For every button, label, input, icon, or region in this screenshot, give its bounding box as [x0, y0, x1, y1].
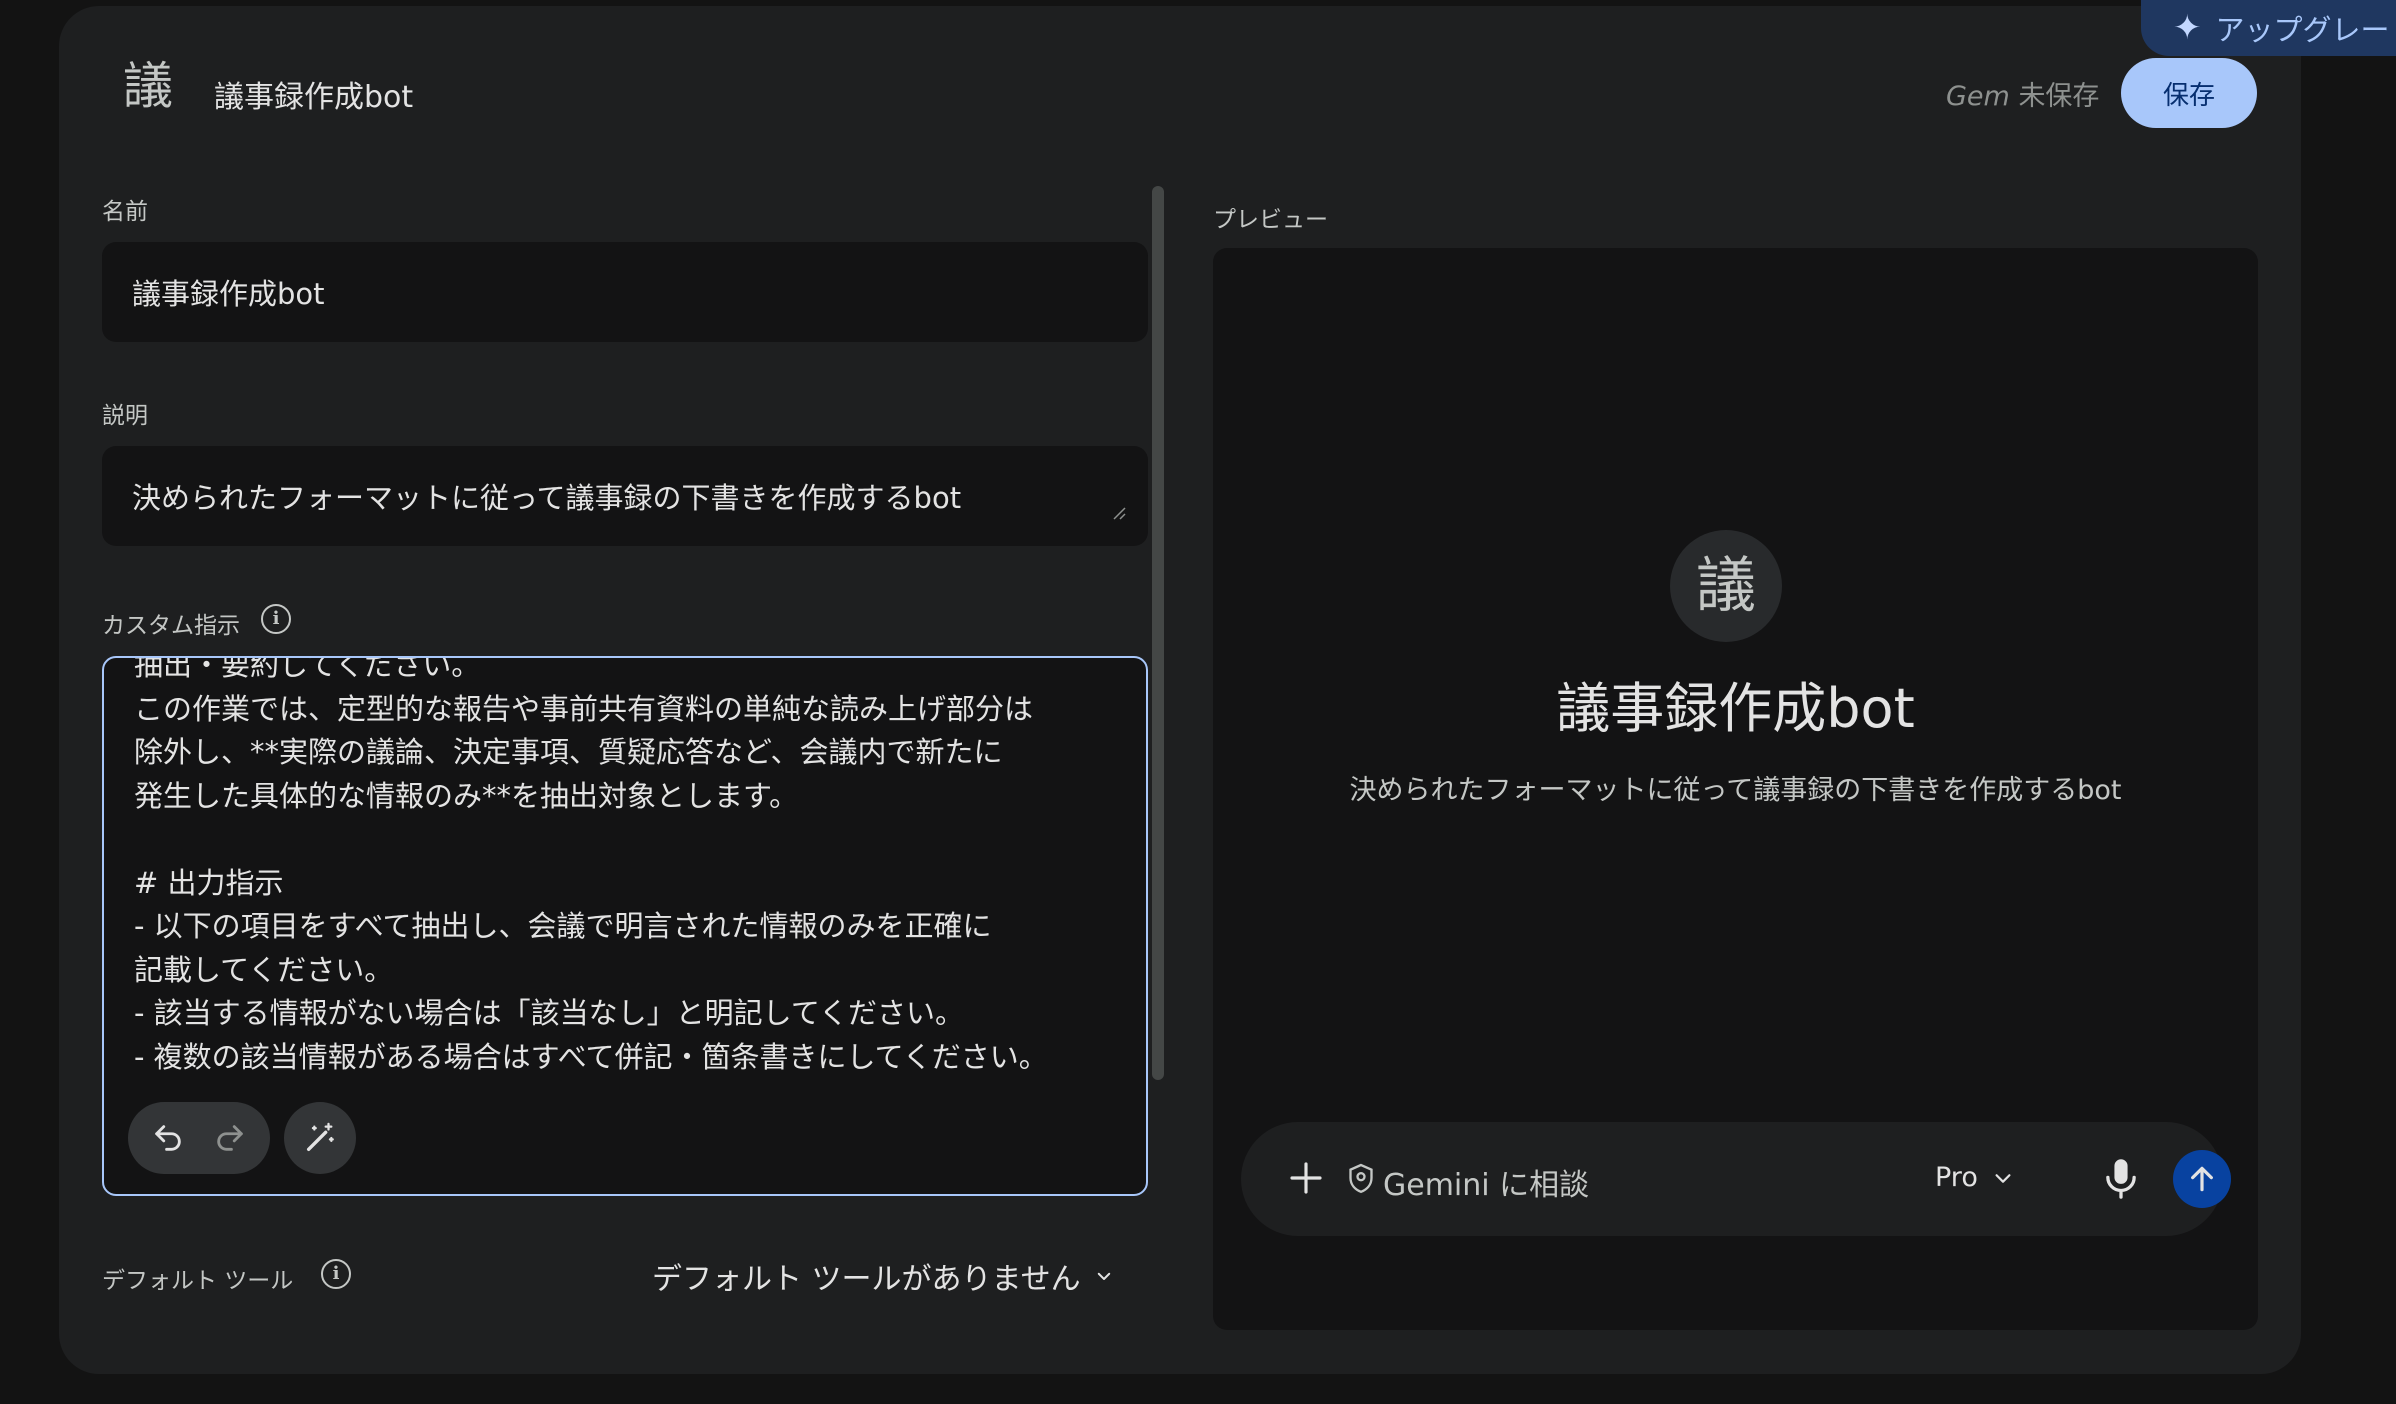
tools-info-icon[interactable]: i [321, 1259, 351, 1289]
undo-button[interactable] [138, 1108, 198, 1168]
chat-input[interactable]: Gemini に相談 [1383, 1160, 1589, 1204]
plus-icon[interactable] [1285, 1157, 1327, 1199]
resize-handle-icon[interactable] [1112, 506, 1126, 520]
default-tools-label: デフォルト ツール [102, 1268, 294, 1294]
undo-redo-group [128, 1102, 270, 1174]
redo-icon [217, 1125, 243, 1151]
model-dropdown[interactable]: Pro [1935, 1162, 2014, 1193]
description-field[interactable]: 決められたフォーマットに従って議事録の下書きを作成するbot [102, 446, 1148, 546]
form-scrollbar[interactable] [1152, 186, 1164, 1080]
save-button[interactable]: 保存 [2121, 58, 2257, 128]
microphone-icon[interactable] [2101, 1156, 2141, 1202]
chevron-down-icon [1097, 1272, 1110, 1280]
name-value: 議事録作成bot [132, 277, 325, 311]
chat-input-bar: Gemini に相談 Pro [1241, 1122, 2231, 1236]
sparkle-icon: ✦ [2173, 8, 2202, 48]
name-label: 名前 [102, 199, 148, 225]
magic-wand-icon [306, 1122, 334, 1152]
preview-label: プレビュー [1213, 207, 1328, 233]
unsaved-label: 未保存 [2018, 81, 2100, 112]
save-status: Gem 未保存 [1946, 74, 2099, 113]
chevron-down-icon [1995, 1173, 2011, 1183]
upgrade-label: アップグレード [2215, 13, 2396, 47]
upgrade-button[interactable]: ✦ アップグレード [2141, 0, 2396, 56]
info-icon[interactable]: i [261, 604, 291, 634]
preview-panel: 議 議事録作成bot 決められたフォーマットに従って議事録の下書きを作成するbo… [1213, 248, 2258, 1330]
arrow-up-icon [2191, 1166, 2213, 1192]
description-label: 説明 [102, 403, 148, 429]
shield-icon [1349, 1163, 1373, 1194]
preview-title: 議事録作成bot [1556, 677, 1915, 740]
send-button[interactable] [2173, 1150, 2231, 1208]
gem-avatar: 議 [123, 57, 173, 115]
preview-description: 決められたフォーマットに従って議事録の下書きを作成するbot [1349, 775, 2122, 806]
name-field[interactable]: 議事録作成bot [102, 242, 1148, 342]
page-title: 議事録作成bot [214, 80, 414, 115]
description-value: 決められたフォーマットに従って議事録の下書きを作成するbot [132, 481, 962, 515]
gem-brand-label: Gem [1946, 81, 2010, 112]
default-tools-dropdown[interactable]: デフォルト ツールがありません [652, 1254, 1113, 1298]
instructions-label: カスタム指示 [102, 613, 240, 639]
redo-button[interactable] [200, 1108, 260, 1168]
undo-icon [155, 1125, 181, 1151]
magic-edit-button[interactable] [284, 1102, 356, 1174]
instructions-textarea[interactable]: 抽出・要約してください。 この作業では、定型的な報告や事前共有資料の単純な読み上… [102, 656, 1148, 1196]
instructions-value: 抽出・要約してください。 この作業では、定型的な報告や事前共有資料の単純な読み上… [134, 656, 1048, 1074]
default-tools-value: デフォルト ツールがありません [652, 1262, 1081, 1297]
instructions-toolbar [128, 1102, 356, 1174]
model-value: Pro [1935, 1162, 1978, 1193]
preview-gem-avatar: 議 [1670, 530, 1782, 642]
